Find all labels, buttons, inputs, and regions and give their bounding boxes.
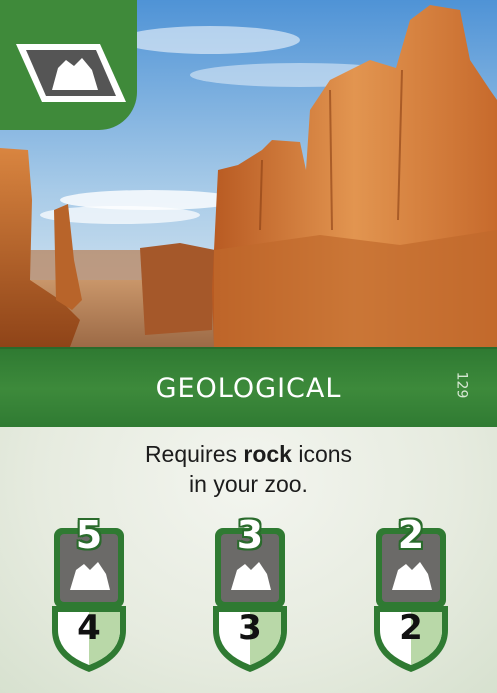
tier-1: 5 4 — [44, 508, 134, 678]
tier-icons-required: 3 — [236, 513, 264, 557]
card-title: GEOLOGICAL — [155, 373, 342, 404]
requirement-bold: rock — [243, 441, 292, 467]
rock-icon — [16, 44, 126, 102]
zoo-card: GEOLOGICAL 129 Requires rock icons in yo… — [0, 0, 497, 693]
card-number: 129 — [453, 371, 470, 399]
requirement-line2: in your zoo. — [189, 471, 308, 497]
requirement-prefix: Requires — [144, 441, 244, 467]
requirement-suffix: icons — [291, 441, 353, 467]
tier-3: 2 2 — [366, 508, 456, 678]
tier-2: 3 3 — [205, 508, 295, 678]
tier-points: 3 — [238, 608, 262, 648]
title-band: GEOLOGICAL 129 — [0, 347, 497, 429]
corner-badge — [0, 0, 137, 130]
requirement-text: Requires rock icons in your zoo. — [0, 439, 497, 499]
tier-points: 4 — [77, 608, 101, 648]
tier-icons-required: 5 — [75, 513, 103, 557]
tier-points: 2 — [399, 608, 423, 648]
tier-icons-required: 2 — [397, 513, 425, 557]
